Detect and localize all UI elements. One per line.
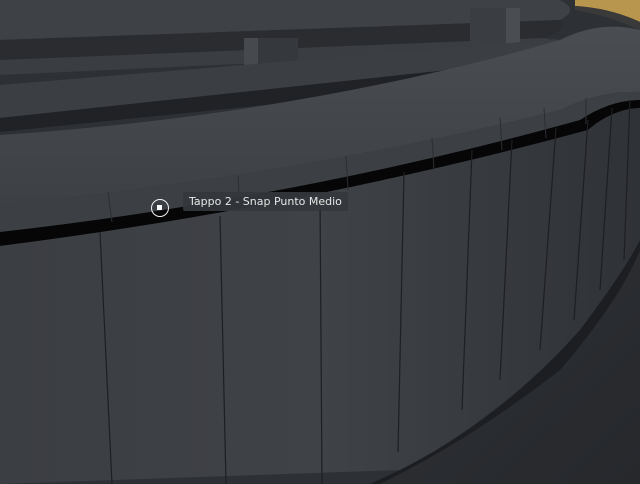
scene-geometry (0, 0, 640, 484)
snap-midpoint-icon[interactable] (151, 199, 169, 217)
snap-point-dot (157, 205, 162, 210)
3d-viewport[interactable]: Tappo 2 - Snap Punto Medio (0, 0, 640, 484)
snap-tooltip: Tappo 2 - Snap Punto Medio (183, 192, 348, 211)
